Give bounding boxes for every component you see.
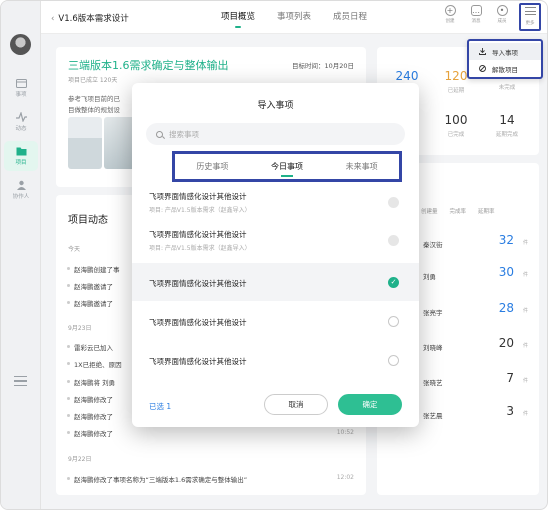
checkbox[interactable] — [388, 316, 399, 327]
task-title: 飞项界面情感化设计其他设计 — [149, 192, 247, 201]
task-item[interactable]: 飞项界面情感化设计其他设计 项目: 产品V1.5版本需求（赵鑫导入） — [132, 221, 419, 259]
task-title: 飞项界面情感化设计其他设计 — [149, 279, 247, 288]
dialog-title: 导入事项 — [257, 101, 294, 111]
menu-item-import[interactable]: 导入事项 — [469, 43, 541, 60]
task-title: 飞项界面情感化设计其他设计 — [149, 230, 247, 239]
menu-item-dissolve[interactable]: 解散项目 — [469, 60, 541, 77]
task-subtitle: 项目: 产品V1.5版本需求（赵鑫导入） — [149, 245, 251, 252]
more-dropdown: 导入事项 解散项目 — [467, 39, 543, 79]
checkbox — [388, 197, 399, 208]
cancel-button[interactable]: 取消 — [264, 394, 328, 415]
task-title: 飞项界面情感化设计其他设计 — [149, 318, 247, 327]
search-icon — [156, 130, 163, 138]
menu-item-label: 解散项目 — [492, 65, 518, 74]
task-subtitle: 项目: 产品V1.5版本需求（赵鑫导入） — [149, 207, 251, 214]
import-tasks-dialog: 导入事项 历史事项 今日事项 未来事项 飞项界面情感化设计其他设计 项目: 产品… — [132, 83, 419, 427]
check-icon[interactable]: ✓ — [388, 277, 399, 288]
task-item[interactable]: 飞项界面情感化设计其他设计 — [132, 302, 419, 340]
confirm-button[interactable]: 确定 — [338, 394, 402, 415]
search-input[interactable] — [169, 129, 369, 139]
task-item[interactable]: 飞项界面情感化设计其他设计 — [132, 341, 419, 379]
dissolve-icon — [479, 65, 486, 72]
task-item-selected[interactable]: 飞项界面情感化设计其他设计 ✓ — [132, 263, 419, 301]
selected-number: 1 — [166, 402, 172, 411]
checkbox[interactable] — [388, 355, 399, 366]
task-item[interactable]: 飞项界面情感化设计其他设计 项目: 产品V1.5版本需求（赵鑫导入） — [132, 183, 419, 221]
task-range-tabs: 历史事项 今日事项 未来事项 — [172, 151, 402, 182]
tab-future[interactable]: 未来事项 — [346, 161, 378, 172]
selected-label: 已选 — [149, 402, 164, 411]
dialog-footer: 已选 1 取消 确定 — [132, 383, 419, 427]
search-box[interactable] — [146, 123, 405, 145]
selected-count: 已选 1 — [149, 401, 171, 412]
checkbox — [388, 235, 399, 246]
tab-today[interactable]: 今日事项 — [271, 161, 303, 177]
import-icon — [479, 48, 486, 55]
tab-history[interactable]: 历史事项 — [196, 161, 228, 172]
menu-item-label: 导入事项 — [492, 48, 518, 57]
task-title: 飞项界面情感化设计其他设计 — [149, 357, 247, 366]
app-window: 事项 动态 项目 协作人 ‹ V1.6版本需求设计 项目概览 事项列表 成员日程 … — [0, 0, 548, 510]
